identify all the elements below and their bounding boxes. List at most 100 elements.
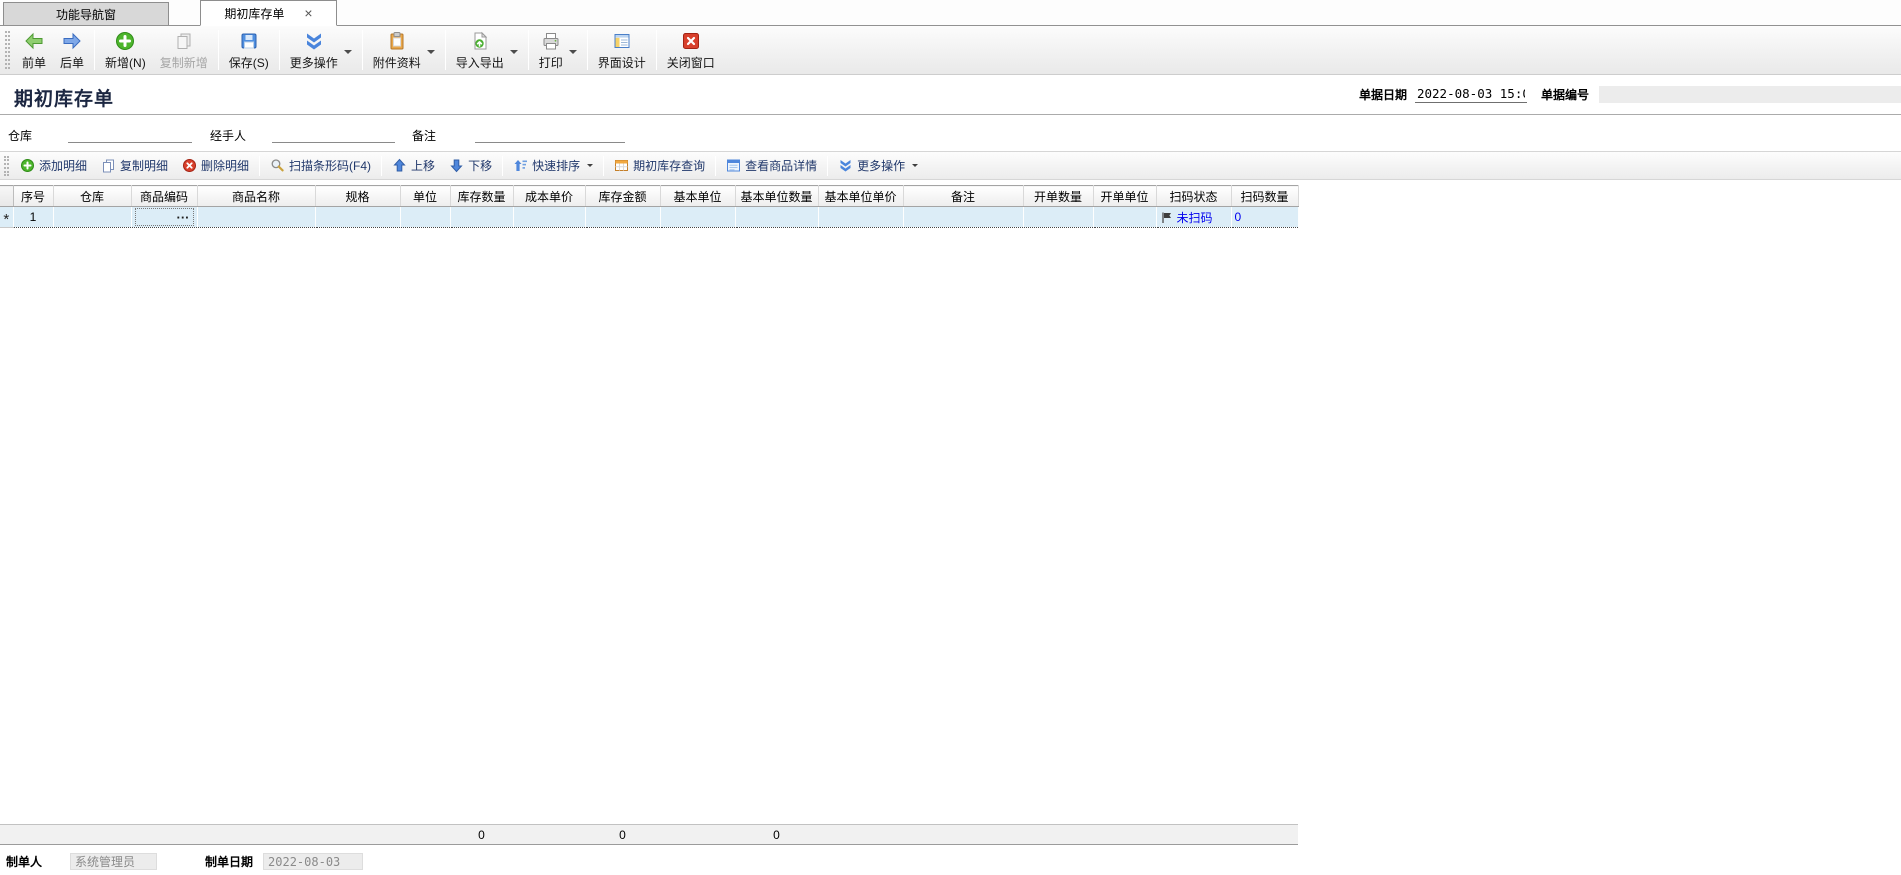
toolbar-separator (715, 156, 716, 176)
cell-cost-price[interactable] (513, 207, 585, 228)
cell-product-code[interactable]: ··· (131, 207, 197, 228)
quick-sort-button[interactable]: 快速排序 (506, 154, 600, 178)
warehouse-input[interactable] (68, 127, 192, 143)
col-row-selector (0, 186, 13, 207)
tab-label: 期初库存单 (224, 5, 284, 22)
add-icon (20, 158, 35, 173)
grid-data-row[interactable]: * 1 ··· (0, 207, 1298, 228)
col-order-unit[interactable]: 开单单位 (1093, 186, 1156, 207)
cell-order-qty[interactable] (1023, 207, 1093, 228)
detail-panel-icon (726, 158, 741, 173)
col-spec[interactable]: 规格 (315, 186, 400, 207)
col-base-unit-price[interactable]: 基本单位单价 (818, 186, 903, 207)
col-warehouse[interactable]: 仓库 (53, 186, 131, 207)
view-product-detail-button[interactable]: 查看商品详情 (719, 154, 824, 178)
toolbar-grip[interactable] (5, 31, 10, 69)
tab-function-navigator[interactable]: 功能导航窗 (3, 2, 169, 25)
add-detail-button[interactable]: 添加明细 (13, 154, 94, 178)
cell-base-unit-price[interactable] (818, 207, 903, 228)
cell-scan-status[interactable]: 未扫码 (1156, 207, 1231, 228)
copy-new-button[interactable]: 复制新增 (153, 28, 215, 72)
handler-input[interactable] (272, 127, 395, 143)
main-toolbar: 前单 后单 新增(N) (0, 26, 1901, 75)
print-button[interactable]: 打印 (532, 28, 584, 72)
col-base-unit-qty[interactable]: 基本单位数量 (735, 186, 818, 207)
double-chevron-down-icon (303, 30, 325, 52)
row-selector-cell[interactable]: * (0, 207, 13, 228)
make-date-label: 制单日期 (205, 853, 253, 870)
app-window: 功能导航窗 期初库存单 × 前单 后单 (0, 0, 1901, 875)
prev-doc-button[interactable]: 前单 (15, 28, 53, 72)
cell-base-unit-qty[interactable] (735, 207, 818, 228)
move-down-button[interactable]: 下移 (442, 154, 499, 178)
double-chevron-down-icon (838, 158, 853, 173)
initial-stock-query-button[interactable]: 期初库存查询 (607, 154, 712, 178)
detail-toolbar-grip[interactable] (4, 156, 9, 176)
col-stock-amount[interactable]: 库存金额 (585, 186, 660, 207)
cell-scan-qty[interactable]: 0 (1231, 207, 1298, 228)
cell-stock-amount[interactable] (585, 207, 660, 228)
cell-stock-qty[interactable] (450, 207, 513, 228)
col-product-code[interactable]: 商品编码 (131, 186, 197, 207)
col-scan-qty[interactable]: 扫码数量 (1231, 186, 1298, 207)
cell-unit[interactable] (400, 207, 450, 228)
cell-spec[interactable] (315, 207, 400, 228)
remark-label: 备注 (412, 127, 436, 144)
col-index[interactable]: 序号 (13, 186, 53, 207)
dropdown-caret-icon (510, 50, 518, 54)
cell-remark[interactable] (903, 207, 1023, 228)
toolbar-separator (502, 156, 503, 176)
cell-warehouse[interactable] (53, 207, 131, 228)
totals-row: 0 0 0 (0, 825, 1298, 845)
move-up-button[interactable]: 上移 (385, 154, 442, 178)
cell-base-unit[interactable] (660, 207, 735, 228)
toolbar-separator (362, 30, 363, 70)
button-label: 快速排序 (532, 157, 580, 174)
remark-input[interactable] (475, 127, 625, 143)
tab-initial-inventory[interactable]: 期初库存单 × (200, 0, 337, 26)
col-cost-price[interactable]: 成本单价 (513, 186, 585, 207)
col-remark[interactable]: 备注 (903, 186, 1023, 207)
button-label: 新增(N) (105, 54, 146, 71)
col-unit[interactable]: 单位 (400, 186, 450, 207)
doc-number-input[interactable] (1599, 86, 1901, 103)
doc-date-input[interactable] (1415, 86, 1527, 103)
new-row-marker: * (3, 211, 9, 228)
toolbar-separator (279, 30, 280, 70)
table-grid-icon (614, 158, 629, 173)
import-export-button[interactable]: 导入导出 (449, 28, 525, 72)
delete-icon (182, 158, 197, 173)
copy-detail-button[interactable]: 复制明细 (94, 154, 175, 178)
lookup-ellipsis-button[interactable]: ··· (173, 210, 194, 225)
cell-order-unit[interactable] (1093, 207, 1156, 228)
col-order-qty[interactable]: 开单数量 (1023, 186, 1093, 207)
col-scan-status[interactable]: 扫码状态 (1156, 186, 1231, 207)
button-label: 后单 (60, 54, 84, 71)
arrow-down-icon (449, 158, 464, 173)
dropdown-caret-icon (427, 50, 435, 54)
save-button[interactable]: 保存(S) (222, 28, 276, 72)
cell-product-name[interactable] (197, 207, 315, 228)
col-product-name[interactable]: 商品名称 (197, 186, 315, 207)
new-button[interactable]: 新增(N) (98, 28, 153, 72)
header-divider (0, 114, 1901, 115)
detail-grid: 序号 仓库 商品编码 商品名称 规格 单位 库存数量 成本单价 库存金额 基本单… (0, 185, 1299, 228)
more-actions-button[interactable]: 更多操作 (283, 28, 359, 72)
warehouse-label: 仓库 (8, 127, 32, 144)
attachments-button[interactable]: 附件资料 (366, 28, 442, 72)
close-window-button[interactable]: 关闭窗口 (660, 28, 722, 72)
ui-design-button[interactable]: 界面设计 (591, 28, 653, 72)
scan-barcode-button[interactable]: 扫描条形码(F4) (263, 154, 378, 178)
col-stock-qty[interactable]: 库存数量 (450, 186, 513, 207)
total-base-unit-qty: 0 (735, 825, 818, 845)
tab-close-icon[interactable]: × (304, 6, 312, 20)
copy-icon (173, 30, 195, 52)
next-doc-button[interactable]: 后单 (53, 28, 91, 72)
button-label: 更多操作 (857, 157, 905, 174)
col-base-unit[interactable]: 基本单位 (660, 186, 735, 207)
import-export-icon (469, 30, 491, 52)
delete-detail-button[interactable]: 删除明细 (175, 154, 256, 178)
toolbar-separator (528, 30, 529, 70)
cell-index[interactable]: 1 (13, 207, 53, 228)
more-detail-actions-button[interactable]: 更多操作 (831, 154, 925, 178)
